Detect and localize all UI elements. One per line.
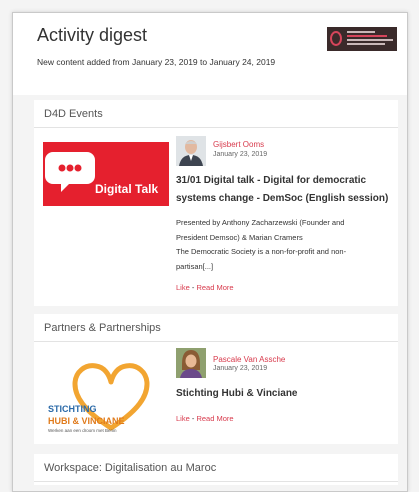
- logo-circle-icon: [330, 31, 342, 46]
- logo-line1: STICHTING: [48, 404, 97, 414]
- separator: -: [191, 283, 195, 292]
- post-description: Presented by Anthony Zacharzewski (Found…: [176, 218, 347, 271]
- digest-header: Activity digest New content added from J…: [13, 13, 407, 95]
- person-avatar-icon: [179, 140, 203, 166]
- section-title: D4D Events: [44, 108, 103, 120]
- page-title: Activity digest: [37, 25, 148, 45]
- like-link[interactable]: Like: [176, 283, 190, 292]
- post-actions: Like - Read More: [176, 283, 234, 292]
- like-link[interactable]: Like: [176, 414, 190, 423]
- post-date: January 23, 2019: [213, 365, 268, 372]
- date-range-text: New content added from January 23, 2019 …: [37, 57, 276, 67]
- section-card-workspace: Workspace: Digitalisation au Maroc: [34, 454, 398, 485]
- logo-line2: HUBI & VINCIANE: [48, 416, 125, 426]
- section-header: Partners & Partnerships: [34, 314, 398, 342]
- section-title: Workspace: Digitalisation au Maroc: [44, 462, 217, 474]
- author-link[interactable]: Pascale Van Assche: [213, 355, 285, 364]
- d4d-logo[interactable]: [327, 27, 397, 51]
- chat-bubble-icon: [45, 152, 95, 192]
- section-title: Partners & Partnerships: [44, 322, 161, 334]
- post-thumbnail[interactable]: STICHTING HUBI & VINCIANE Werken aan een…: [43, 354, 169, 440]
- post-date: January 23, 2019: [213, 151, 268, 158]
- section-card-partners: Partners & Partnerships STICHTING HUBI &…: [34, 314, 398, 444]
- avatar[interactable]: [176, 348, 206, 378]
- author-link[interactable]: Gijsbert Ooms: [213, 140, 264, 149]
- avatar[interactable]: [176, 136, 206, 166]
- separator: -: [191, 414, 195, 423]
- post-title[interactable]: Stichting Hubi & Vinciane: [176, 385, 298, 403]
- section-header: D4D Events: [34, 100, 398, 128]
- read-more-link[interactable]: Read More: [196, 414, 233, 423]
- post-actions: Like - Read More: [176, 414, 234, 423]
- person-avatar-icon: [176, 348, 206, 378]
- section-card-d4d-events: D4D Events Digital Talk Gijsbert Ooms Ja…: [34, 100, 398, 306]
- read-more-link[interactable]: Read More: [196, 283, 233, 292]
- thumbnail-caption: Digital Talk: [95, 182, 159, 196]
- logo-tagline: Werken aan een droom met Benin: [48, 428, 117, 433]
- post-title[interactable]: 31/01 Digital talk - Digital for democra…: [176, 172, 388, 208]
- section-header: Workspace: Digitalisation au Maroc: [34, 454, 398, 482]
- post-thumbnail[interactable]: Digital Talk: [43, 142, 169, 206]
